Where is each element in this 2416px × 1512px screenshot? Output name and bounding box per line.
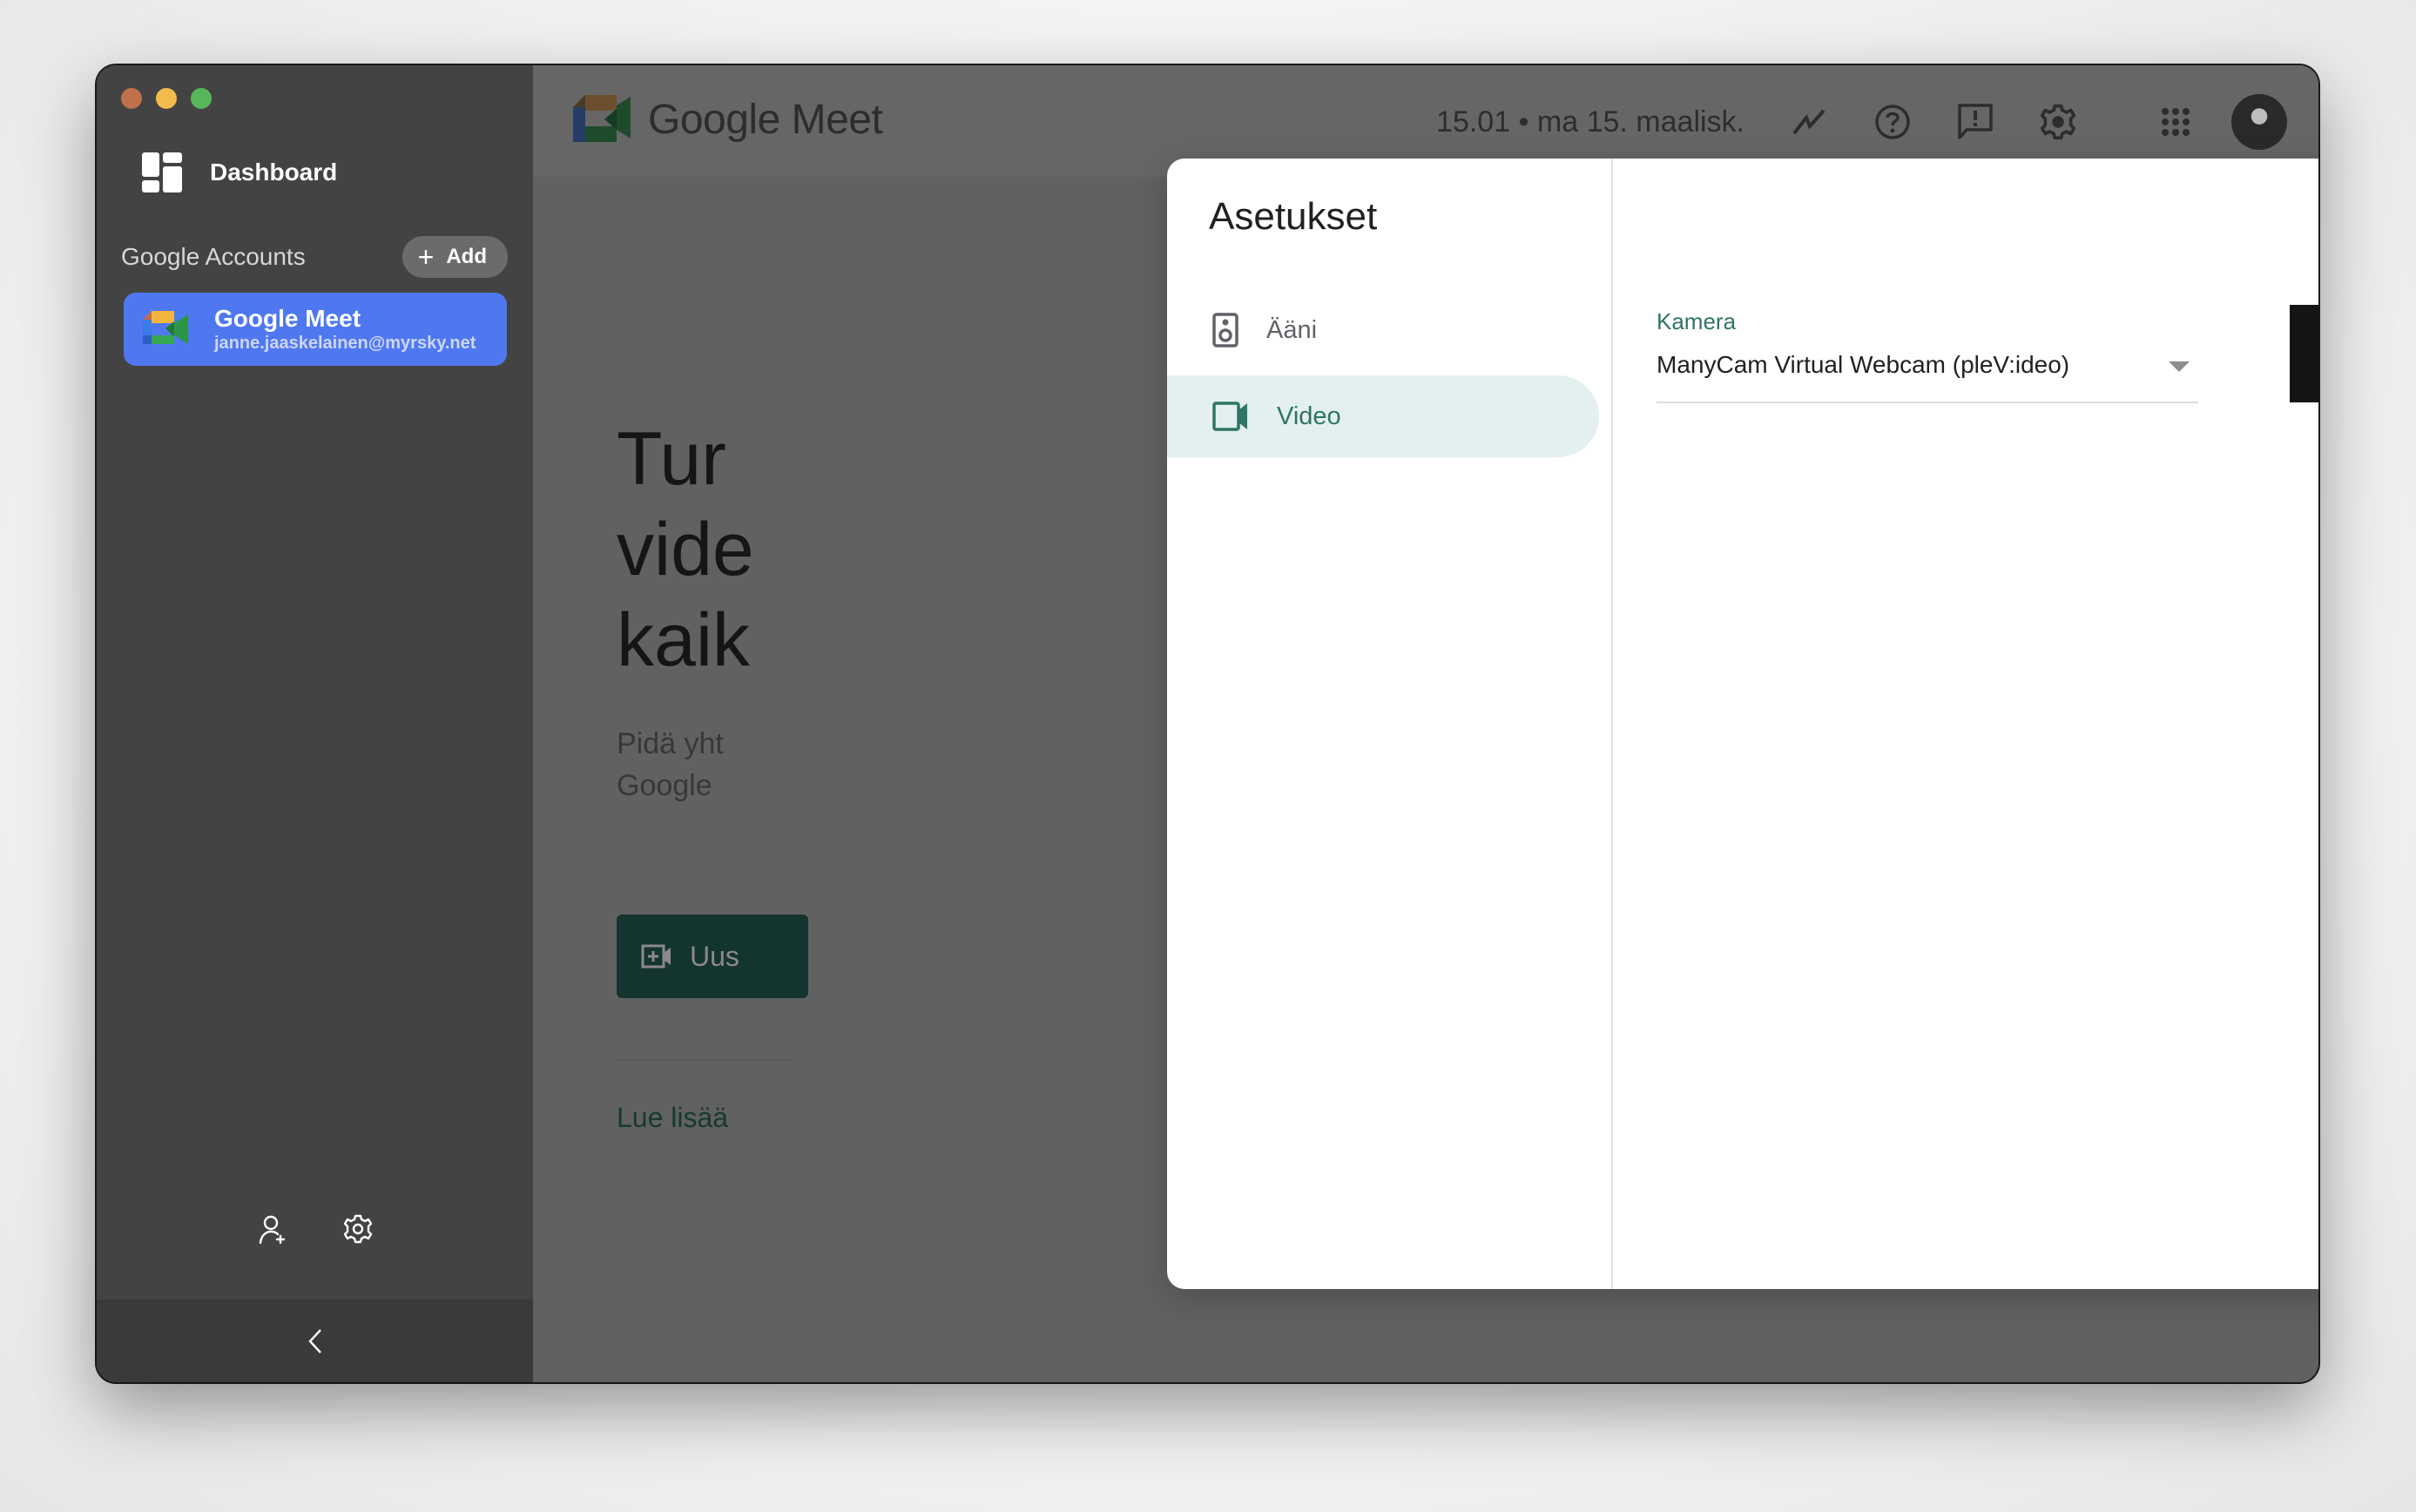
settings-nav: Asetukset Ääni Video — [1167, 159, 1613, 1289]
main-content: Google Meet 15.01 • ma 15. maalisk. Tur … — [533, 65, 2318, 1382]
gear-icon[interactable] — [342, 1213, 374, 1245]
settings-tab-audio-label: Ääni — [1266, 315, 1318, 344]
divider — [617, 1059, 791, 1061]
hero-line: Tur — [617, 417, 726, 501]
camera-field: Kamera ManyCam Virtual Webcam (pleV:ideo… — [1657, 308, 2198, 403]
app-title: Google Meet — [648, 96, 883, 144]
settings-tab-video[interactable]: Video — [1167, 375, 1599, 457]
speaker-icon — [1212, 313, 1238, 348]
feedback-icon[interactable] — [1955, 102, 1995, 142]
minimize-window-button[interactable] — [156, 88, 177, 109]
google-meet-logo-icon — [573, 95, 631, 142]
videocam-icon — [1212, 402, 1247, 431]
new-meeting-label: Uus — [690, 940, 739, 972]
account-email: janne.jaaskelainen@myrsky.net — [214, 334, 476, 353]
hero-sub-line: Pidä yht — [617, 727, 724, 760]
settings-tab-video-label: Video — [1277, 402, 1341, 430]
dialog-title: Asetukset — [1209, 195, 1378, 238]
hero-subtitle: Pidä yht Google — [617, 723, 724, 807]
account-name: Google Meet — [214, 305, 361, 332]
activity-icon[interactable] — [1790, 102, 1830, 142]
camera-preview — [2290, 305, 2318, 402]
settings-icon[interactable] — [2038, 102, 2078, 142]
add-account-button[interactable]: + Add — [402, 236, 508, 278]
header-actions: 15.01 • ma 15. maalisk. — [1436, 91, 2318, 152]
hero-line: vide — [617, 508, 754, 591]
app-title-google: Google — [648, 96, 780, 143]
avatar[interactable] — [2231, 94, 2287, 150]
help-icon[interactable] — [1873, 102, 1913, 142]
dashboard-icon — [142, 152, 182, 192]
account-item[interactable]: Google Meet janne.jaaskelainen@myrsky.ne… — [124, 293, 507, 366]
google-meet-logo-icon — [143, 311, 188, 344]
close-window-button[interactable] — [121, 88, 142, 109]
dropdown-arrow-icon — [2169, 361, 2190, 372]
chevron-left-icon — [307, 1328, 321, 1353]
add-user-icon[interactable] — [257, 1213, 288, 1245]
add-account-label: Add — [446, 245, 487, 268]
learn-more-link[interactable]: Lue lisää — [617, 1102, 728, 1134]
app-title-meet: Meet — [791, 96, 883, 143]
window-controls — [121, 88, 212, 109]
sidebar: Dashboard Google Accounts + Add Google M… — [97, 65, 533, 1382]
hero-heading: Tur vide kaik — [617, 414, 754, 685]
apps-grid-icon[interactable] — [2156, 102, 2196, 142]
date-time: 15.01 • ma 15. maalisk. — [1436, 105, 1745, 138]
hero-line: kaik — [617, 598, 750, 682]
accounts-title: Google Accounts — [121, 243, 306, 270]
hero-sub-line: Google — [617, 769, 712, 802]
dashboard-label: Dashboard — [210, 159, 338, 186]
camera-selected-value: ManyCam Virtual Webcam (pleV:ideo) — [1657, 351, 2070, 378]
google-meet-brand: Google Meet — [573, 95, 883, 144]
plus-icon: + — [417, 241, 435, 273]
sidebar-tools — [97, 1213, 533, 1245]
settings-tab-audio[interactable]: Ääni — [1167, 289, 1599, 371]
accounts-header: Google Accounts + Add — [121, 236, 508, 278]
camera-select[interactable]: ManyCam Virtual Webcam (pleV:ideo) — [1657, 351, 2198, 403]
app-window: Dashboard Google Accounts + Add Google M… — [97, 65, 2318, 1382]
zoom-window-button[interactable] — [191, 88, 212, 109]
collapse-sidebar-button[interactable] — [97, 1299, 533, 1382]
video-add-icon — [641, 944, 671, 969]
sidebar-item-dashboard[interactable]: Dashboard — [142, 152, 337, 192]
settings-dialog: Asetukset Ääni Video Kamera ManyCam Virt… — [1167, 159, 2318, 1289]
camera-label: Kamera — [1657, 308, 1737, 334]
new-meeting-button[interactable]: Uus — [617, 915, 808, 998]
